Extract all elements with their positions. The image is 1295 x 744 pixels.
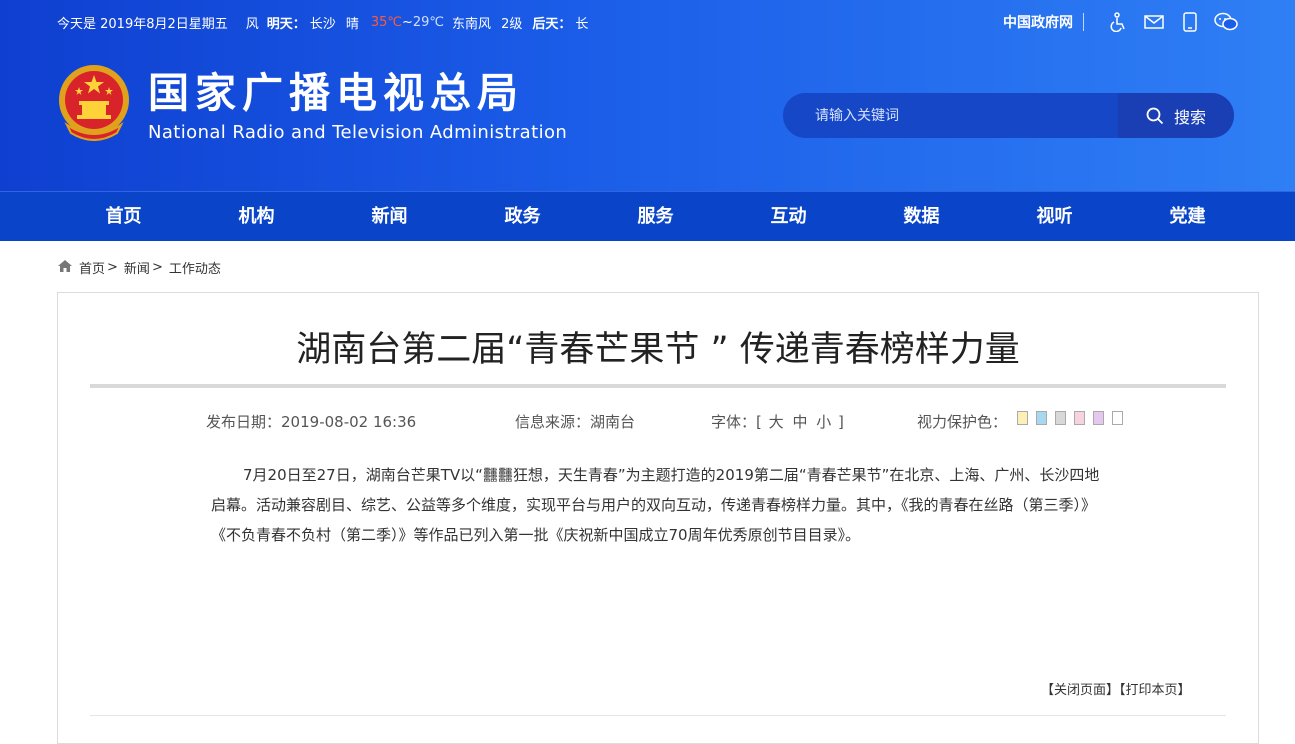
breadcrumb-separator: > [107, 260, 118, 275]
divider [1083, 13, 1084, 31]
article-card: 湖南台第二届“青春芒果节 ” 传递青春榜样力量 发布日期：2019-08-02 … [57, 292, 1259, 744]
font-medium-button[interactable]: 中 [792, 413, 807, 431]
day-after-label: 后天： [532, 16, 572, 32]
article-tools: 【关闭页面】【打印本页】 [1041, 679, 1191, 698]
wind-direction: 东南风 [452, 16, 492, 32]
site-title-en: National Radio and Television Administra… [148, 122, 568, 143]
temp-tilde: ~ [401, 14, 413, 30]
breadcrumb-home[interactable]: 首页 [79, 258, 105, 277]
source-label: 信息来源： [515, 413, 591, 431]
search-box: 搜索 [783, 93, 1234, 138]
tomorrow-label: 明天： [266, 16, 306, 32]
nav-item-affairs[interactable]: 政务 [456, 192, 589, 241]
site-title-cn: 国家广播电视总局 [148, 69, 524, 117]
eye-color-swatch[interactable] [1074, 411, 1085, 425]
national-emblem-logo [57, 63, 131, 141]
day-after-city: 长 [575, 16, 589, 32]
title-divider [90, 384, 1226, 388]
gov-portal-link[interactable]: 中国政府网 [1003, 12, 1073, 32]
breadcrumb-news[interactable]: 新闻 [124, 258, 150, 277]
publish-date-label: 发布日期： [206, 413, 282, 431]
font-size-label: 字体： [711, 413, 757, 431]
wind-level: 2级 [501, 16, 523, 32]
font-size-control: 字体：[ 大 中 小 ] [711, 411, 844, 432]
wechat-icon[interactable] [1214, 10, 1238, 34]
weather-wind: 风 [245, 16, 259, 32]
top-info-bar: 今天是 2019年8月2日星期五 风 明天： 长沙 晴 35℃ ~ 29℃ 东南… [57, 12, 592, 32]
nav-item-org[interactable]: 机构 [190, 192, 323, 241]
breadcrumb: 首页 > 新闻 > 工作动态 [57, 258, 221, 277]
eye-protection-label: 视力保护色： [917, 413, 1008, 431]
home-icon[interactable] [57, 259, 73, 277]
source-value: 湖南台 [590, 413, 636, 431]
eye-color-swatch[interactable] [1093, 411, 1104, 425]
mail-icon[interactable] [1142, 10, 1166, 34]
temp-high: 35℃ [370, 14, 402, 30]
search-icon [1146, 107, 1164, 124]
article-body: 7月20日至27日，湖南台芒果TV以“䨻䨻狂想，天生青春”为主题打造的2019第… [211, 466, 1100, 544]
eye-color-swatch[interactable] [1036, 411, 1047, 425]
nav-item-data[interactable]: 数据 [855, 192, 988, 241]
font-large-button[interactable]: 大 [769, 413, 784, 431]
nav-item-media[interactable]: 视听 [988, 192, 1121, 241]
eye-color-swatch[interactable] [1017, 411, 1028, 425]
nav-item-home[interactable]: 首页 [57, 192, 190, 241]
site-header: 今天是 2019年8月2日星期五 风 明天： 长沙 晴 35℃ ~ 29℃ 东南… [0, 0, 1295, 191]
search-button-label: 搜索 [1173, 107, 1206, 127]
close-page-link[interactable]: 【关闭页面】 [1041, 683, 1119, 698]
mobile-icon[interactable] [1178, 10, 1202, 34]
publish-date: 发布日期：2019-08-02 16:36 [206, 411, 416, 432]
eye-protection-colors [1017, 411, 1131, 425]
top-links: 中国政府网 [1003, 10, 1238, 34]
font-size-close: ] [838, 413, 844, 431]
breadcrumb-separator: > [151, 260, 163, 275]
nav-item-news[interactable]: 新闻 [323, 192, 456, 241]
font-small-button[interactable]: 小 [816, 413, 831, 431]
info-source: 信息来源：湖南台 [515, 411, 635, 432]
nav-item-interaction[interactable]: 互动 [722, 192, 855, 241]
breadcrumb-current[interactable]: 工作动态 [169, 258, 221, 277]
accessibility-icon[interactable] [1106, 10, 1130, 34]
temp-low: 29℃ [412, 14, 445, 30]
weather-city: 长沙 [309, 16, 336, 32]
print-page-link[interactable]: 【打印本页】 [1119, 683, 1191, 698]
article-title: 湖南台第二届“青春芒果节 ” 传递青春榜样力量 [296, 330, 1020, 370]
bottom-divider [90, 715, 1226, 716]
publish-date-value: 2019-08-02 16:36 [281, 413, 417, 431]
nav-item-party[interactable]: 党建 [1121, 192, 1254, 241]
search-button[interactable]: 搜索 [1118, 93, 1234, 138]
eye-color-swatch[interactable] [1112, 411, 1123, 425]
eye-color-swatch[interactable] [1055, 411, 1066, 425]
today-date: 今天是 2019年8月2日星期五 [57, 16, 228, 32]
weather-condition: 晴 [345, 16, 359, 32]
nav-item-services[interactable]: 服务 [589, 192, 722, 241]
main-nav: 首页 机构 新闻 政务 服务 互动 数据 视听 党建 [0, 191, 1295, 241]
search-input[interactable] [783, 93, 1118, 138]
font-size-open: [ [756, 413, 762, 431]
